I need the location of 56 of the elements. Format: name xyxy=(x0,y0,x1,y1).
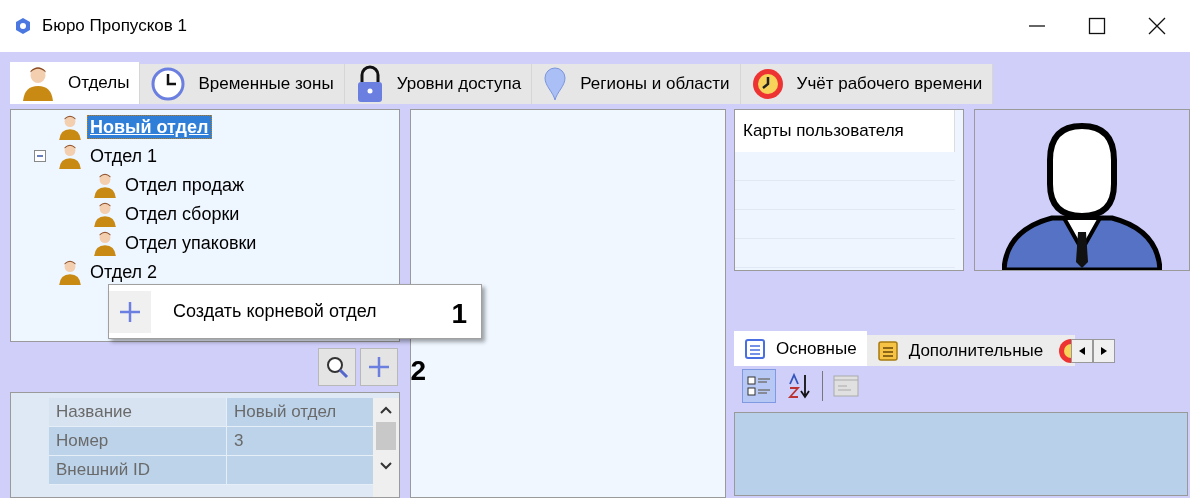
tab[interactable]: Дополнительные xyxy=(866,335,1054,366)
person-icon xyxy=(57,258,83,285)
map-pin-icon xyxy=(542,66,569,102)
plus-icon xyxy=(367,355,391,379)
close-icon[interactable] xyxy=(1148,17,1166,35)
property-value: Новый отдел xyxy=(227,398,373,426)
person-icon xyxy=(20,65,56,101)
tree-item[interactable]: Отдел 1 xyxy=(87,143,161,168)
person-icon xyxy=(92,200,118,227)
tab[interactable]: Временные зоны xyxy=(140,64,345,104)
clock-icon xyxy=(150,66,187,102)
search-button[interactable] xyxy=(318,348,356,386)
scroll-up-icon[interactable] xyxy=(380,406,392,414)
search-icon xyxy=(325,355,349,379)
scroll-thumb[interactable] xyxy=(376,422,396,450)
scroll-down-icon[interactable] xyxy=(380,462,392,470)
property-name: Номер xyxy=(49,427,227,455)
tab[interactable]: Уровни доступа xyxy=(344,64,533,104)
scroll-left-button[interactable] xyxy=(1071,339,1094,363)
sort-down-icon xyxy=(787,373,811,399)
alarm-clock-icon xyxy=(750,67,785,101)
collapse-toggle[interactable] xyxy=(34,149,46,162)
list-icon xyxy=(744,337,766,360)
categorized-list-icon xyxy=(747,374,771,398)
person-icon xyxy=(57,142,83,169)
callout-number: 1 xyxy=(451,297,467,331)
maximize-icon[interactable] xyxy=(1088,17,1106,35)
plus-icon xyxy=(119,300,141,323)
window-title: Бюро Пропусков 1 xyxy=(42,15,187,38)
app-logo-icon xyxy=(14,17,32,35)
column-header: Карты пользователя xyxy=(735,110,955,152)
right-triangle-icon xyxy=(1101,347,1108,355)
left-triangle-icon xyxy=(1079,347,1086,355)
alarm-clock-icon xyxy=(1059,338,1072,363)
avatar-silhouette-icon xyxy=(1002,122,1162,270)
property-name: Внешний ID xyxy=(49,456,227,484)
person-icon xyxy=(57,113,83,140)
window-icon xyxy=(833,375,859,397)
tab[interactable]: Учёт рабочего времени xyxy=(740,64,994,104)
scroll-right-button[interactable] xyxy=(1093,339,1116,363)
tree-item[interactable]: Новый отдел xyxy=(87,114,212,139)
person-icon xyxy=(92,229,118,256)
tree-item[interactable]: Отдел 2 xyxy=(87,259,161,284)
categorized-view-button[interactable] xyxy=(742,369,776,403)
list-icon xyxy=(876,339,899,362)
tree-item[interactable]: Отдел упаковки xyxy=(122,230,260,255)
person-icon xyxy=(92,171,118,198)
scrollbar[interactable] xyxy=(373,398,399,497)
property-value: 3 xyxy=(227,427,373,455)
tab[interactable]: Отделы xyxy=(10,62,141,104)
tab[interactable]: Основные xyxy=(734,331,867,366)
tab[interactable]: Регионы и области xyxy=(532,64,741,104)
property-name: Название xyxy=(49,398,227,426)
tree-item[interactable]: Отдел продаж xyxy=(122,172,247,197)
tree-item[interactable]: Отдел сборки xyxy=(122,201,243,226)
callout-number: 2 xyxy=(410,354,426,388)
